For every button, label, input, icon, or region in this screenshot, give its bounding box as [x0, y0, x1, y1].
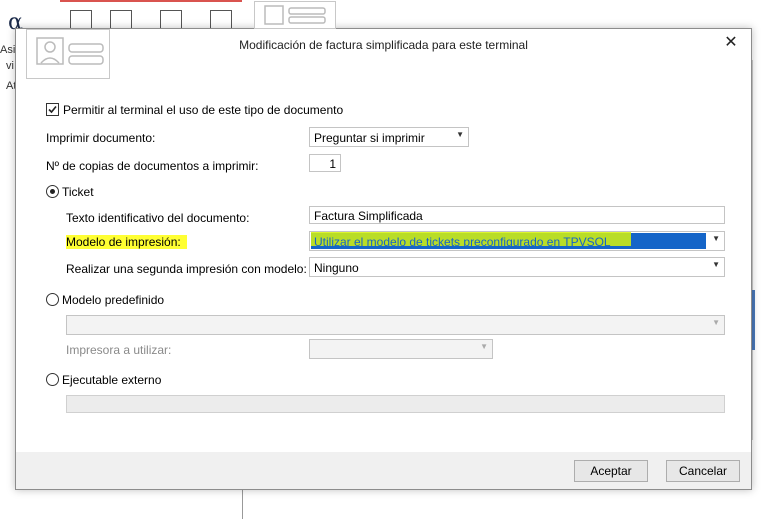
print-model-value: Utilizar el modelo de tickets preconfigu…: [314, 235, 611, 249]
print-document-value: Preguntar si imprimir: [314, 131, 425, 145]
second-print-label: Realizar una segunda impresión con model…: [66, 262, 307, 276]
cancel-button[interactable]: Cancelar: [666, 460, 740, 482]
copies-input[interactable]: 1: [309, 154, 341, 172]
external-executable-radio[interactable]: [46, 373, 59, 386]
background-text-fragment: vi: [6, 60, 14, 72]
chevron-down-icon: ▼: [712, 260, 720, 269]
id-card-icon: [254, 1, 336, 29]
simplified-invoice-dialog: Modificación de factura simplificada par…: [15, 1, 752, 490]
dialog-title: Modificación de factura simplificada par…: [239, 38, 528, 52]
background-ribbon-accent: [60, 0, 242, 2]
identifier-label: Texto identificativo del documento:: [66, 211, 250, 225]
print-document-label: Imprimir documento:: [46, 131, 156, 145]
second-print-select[interactable]: Ninguno ▼: [309, 257, 725, 277]
chevron-down-icon: ▼: [456, 130, 464, 139]
predefined-model-select[interactable]: ▼: [66, 315, 725, 335]
external-executable-label: Ejecutable externo: [62, 373, 162, 387]
predefined-model-label: Modelo predefinido: [62, 293, 165, 307]
close-icon[interactable]: ✕: [721, 33, 741, 53]
background-side-panel: [752, 60, 773, 440]
print-model-select[interactable]: Utilizar el modelo de tickets preconfigu…: [309, 231, 725, 251]
background-divider: [242, 485, 243, 519]
external-executable-input[interactable]: [66, 395, 725, 413]
print-document-select[interactable]: Preguntar si imprimir ▼: [309, 127, 469, 147]
copies-label: Nº de copias de documentos a imprimir:: [46, 159, 259, 173]
chevron-down-icon: ▼: [712, 234, 720, 243]
print-model-label-text: Modelo de impresión:: [66, 235, 187, 249]
chevron-down-icon: ▼: [712, 318, 720, 327]
allow-document-label: Permitir al terminal el uso de este tipo…: [63, 103, 344, 117]
ticket-radio-label: Ticket: [62, 185, 94, 199]
predefined-model-radio[interactable]: [46, 293, 59, 306]
allow-document-checkbox[interactable]: [46, 103, 59, 116]
printer-select[interactable]: ▼: [309, 339, 493, 359]
second-print-value: Ninguno: [314, 261, 359, 275]
accept-button[interactable]: Aceptar: [574, 460, 648, 482]
ticket-radio[interactable]: [46, 185, 59, 198]
identifier-input[interactable]: Factura Simplificada: [309, 206, 725, 224]
chevron-down-icon: ▼: [480, 342, 488, 351]
background-side-accent: [752, 290, 755, 350]
printer-label: Impresora a utilizar:: [66, 343, 172, 357]
print-model-label: Modelo de impresión:: [66, 235, 187, 249]
dialog-titlebar: Modificación de factura simplificada par…: [16, 29, 751, 61]
background-text-fragment: Asi: [0, 44, 16, 56]
dialog-footer: Aceptar Cancelar: [16, 452, 751, 489]
